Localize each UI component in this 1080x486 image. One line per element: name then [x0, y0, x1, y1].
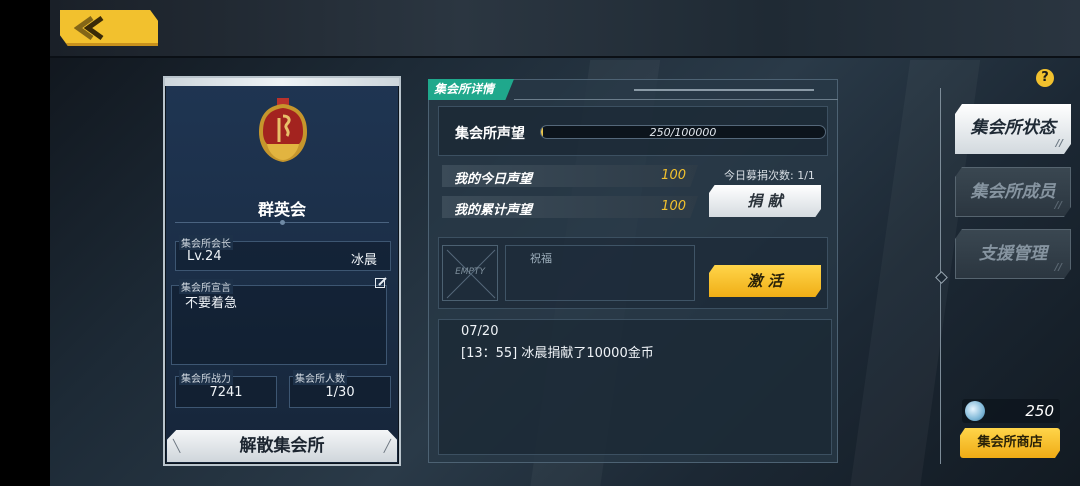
reputation-label: 集会所声望 [455, 126, 525, 142]
manifesto-text: 不要着急 [185, 296, 238, 311]
log-line: [13：55] 冰晨捐献了10000金币 [461, 346, 654, 361]
panel-header-line [514, 89, 838, 100]
total-reputation-value: 100 [661, 199, 686, 214]
total-reputation-row: 我的累计声望 100 [442, 196, 698, 218]
members-value: 1/30 [325, 385, 355, 400]
help-icon[interactable]: ? [1036, 69, 1054, 87]
log-line: 07/20 [461, 324, 499, 339]
today-reputation-value: 100 [661, 168, 686, 183]
leader-label: 集会所会长 [179, 235, 233, 250]
reputation-progress-bar: 250/100000 [540, 125, 826, 139]
game-screen: 群英会 集会所会长 Lv.24 冰晨 集会所宣言 不要着急 集会所战力 7241… [0, 0, 1080, 486]
crystal-coin-icon [965, 401, 985, 421]
tab-support-management[interactable]: 支援管理 // [955, 229, 1071, 279]
currency-display: 250 [962, 399, 1060, 423]
disband-button[interactable]: ╲ 解散集会所 ╱ [167, 430, 397, 462]
corner-mark: ╲ [173, 439, 181, 453]
edit-icon[interactable] [375, 277, 387, 289]
card-top-strip [165, 78, 399, 86]
members-label: 集会所人数 [293, 370, 347, 385]
donate-button[interactable]: 捐 献 [709, 185, 821, 217]
guild-shop-button[interactable]: 集会所商店 [960, 428, 1060, 458]
today-reputation-label: 我的今日声望 [454, 172, 533, 187]
corner-mark: // [1055, 138, 1063, 149]
divider [175, 220, 389, 225]
activate-button[interactable]: 激 活 [709, 265, 821, 297]
nav-divider-line [940, 88, 941, 464]
donate-count: 今日募捐次数: 1/1 [724, 169, 815, 182]
top-banner [50, 0, 1080, 58]
tab-guild-status-label: 集会所状态 [970, 118, 1056, 138]
back-button[interactable] [60, 10, 158, 46]
guild-emblem-icon [259, 98, 307, 162]
currency-value: 250 [1025, 402, 1054, 420]
disband-label: 解散集会所 [239, 436, 325, 456]
blessing-slot[interactable]: EMPTY [442, 245, 498, 301]
guild-info-card: 群英会 集会所会长 Lv.24 冰晨 集会所宣言 不要着急 集会所战力 7241… [163, 76, 401, 466]
power-label: 集会所战力 [179, 370, 233, 385]
reputation-progress-text: 250/100000 [649, 126, 717, 139]
tab-details: 集会所详情 [428, 79, 514, 100]
today-reputation-row: 我的今日声望 100 [442, 165, 698, 187]
blessing-label: 祝福 [530, 252, 552, 265]
leader-name: 冰晨 [350, 253, 377, 268]
corner-mark: // [1054, 200, 1062, 211]
tab-guild-members-label: 集会所成员 [970, 182, 1056, 202]
left-black-bar [0, 0, 50, 486]
total-reputation-label: 我的累计声望 [454, 203, 533, 218]
tab-guild-status[interactable]: 集会所状态 // [955, 104, 1071, 154]
guild-name: 群英会 [257, 200, 306, 219]
power-value: 7241 [209, 385, 243, 400]
back-chevron-icon [74, 16, 104, 40]
activity-log: 07/20 [13：55] 冰晨捐献了10000金币 [438, 319, 832, 455]
corner-mark: ╱ [383, 439, 391, 453]
tab-guild-members[interactable]: 集会所成员 // [955, 167, 1071, 217]
tab-support-management-label: 支援管理 [979, 244, 1047, 264]
corner-mark: // [1054, 262, 1062, 273]
leader-level: Lv.24 [187, 249, 222, 264]
blessing-box: 祝福 [505, 245, 695, 301]
empty-slot-label: EMPTY [455, 267, 485, 277]
